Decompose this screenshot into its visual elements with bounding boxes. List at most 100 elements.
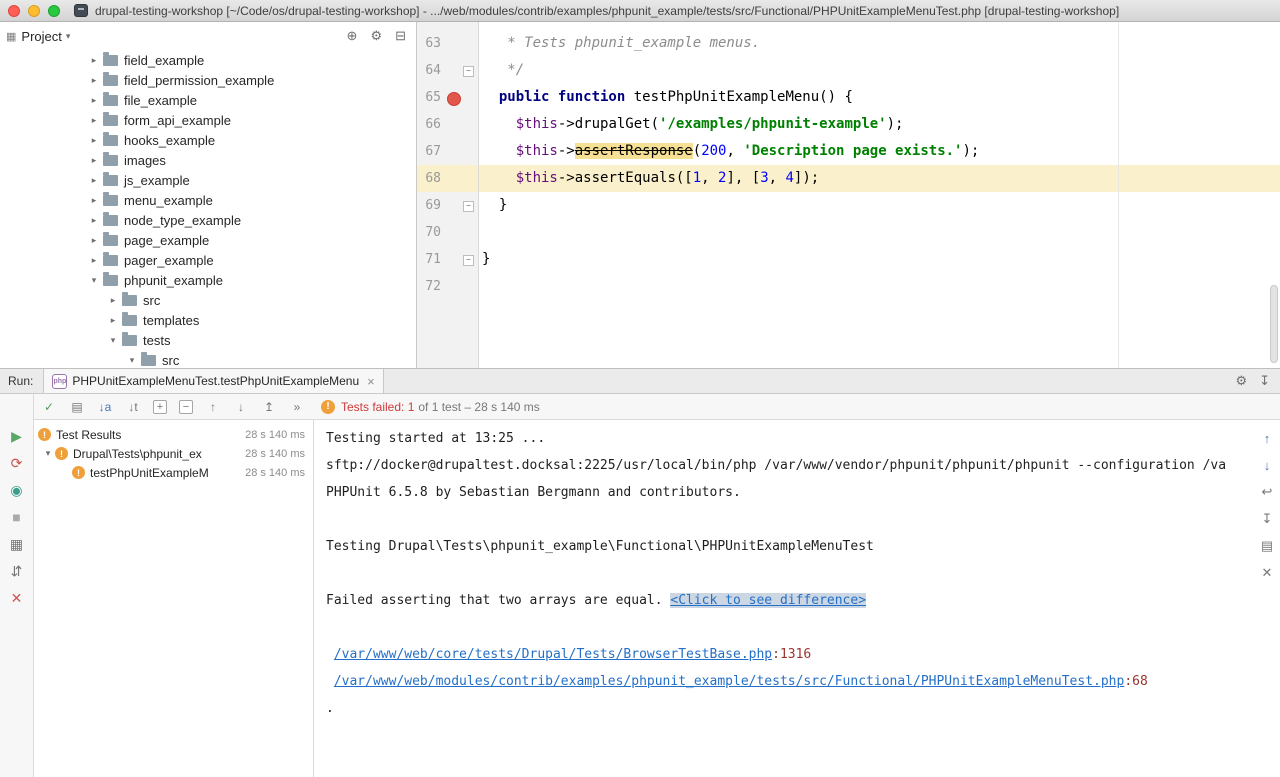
line-number[interactable]: 64 [417,57,441,84]
run-tab[interactable]: php PHPUnitExampleMenuTest.testPhpUnitEx… [43,369,383,393]
chevron-right-icon[interactable]: ▸ [88,95,100,106]
fold-marker-icon[interactable] [441,246,478,273]
close-button[interactable]: ✕ [7,588,27,608]
chevron-right-icon[interactable]: ▸ [88,115,100,126]
settings-gear-icon[interactable]: ⚙ [370,28,382,44]
down-stacktrace-button[interactable]: ↓ [1259,457,1275,473]
line-number[interactable]: 66 [417,111,441,138]
sort-by-duration-button[interactable]: ↓t [125,399,141,415]
code-line-67[interactable]: 67 $this->assertResponse(200, 'Descripti… [417,138,1280,165]
scroll-to-end-button[interactable]: ↧ [1259,511,1275,527]
editor-scrollbar[interactable] [1270,285,1278,363]
code-line-71[interactable]: 71} [417,246,1280,273]
stop-button[interactable]: ■ [7,507,27,527]
fold-marker-icon[interactable] [441,57,478,84]
export-test-results-button[interactable]: ↥ [261,399,277,415]
scroll-options-button[interactable]: ⇵ [7,561,27,581]
project-panel-title[interactable]: Project [21,29,61,44]
clear-all-button[interactable]: ✕ [1259,565,1275,581]
test-tree-item[interactable]: !Test Results28 s 140 ms [34,425,313,444]
line-number[interactable]: 65 [417,84,441,111]
hide-window-icon[interactable]: ↧ [1259,373,1270,389]
zoom-window-button[interactable] [48,5,60,17]
code-line-69[interactable]: 69 } [417,192,1280,219]
project-tree-item-phpunit_example[interactable]: ▾phpunit_example [0,270,416,290]
expand-all-button[interactable]: + [153,400,167,414]
close-window-button[interactable] [8,5,20,17]
up-stacktrace-button[interactable]: ↑ [1259,430,1275,446]
project-tree-item-templates[interactable]: ▸templates [0,310,416,330]
code-line-63[interactable]: 63 * Tests phpunit_example menus. [417,30,1280,57]
code-line-64[interactable]: 64 */ [417,57,1280,84]
line-number[interactable]: 68 [417,165,441,192]
breakpoint-icon[interactable] [441,84,478,111]
line-number[interactable]: 67 [417,138,441,165]
line-number[interactable]: 70 [417,219,441,246]
chevron-right-icon[interactable]: ▸ [88,175,100,186]
soft-wrap-button[interactable]: ↩ [1259,484,1275,500]
line-number[interactable]: 69 [417,192,441,219]
fold-marker-icon[interactable] [441,192,478,219]
chevron-right-icon[interactable]: ▸ [88,135,100,146]
project-tree-item-field_example[interactable]: ▸field_example [0,50,416,70]
chevron-down-icon[interactable]: ▾ [107,335,119,346]
code-editor[interactable]: 63 * Tests phpunit_example menus.64 */65… [417,22,1280,368]
restore-layout-button[interactable]: ▦ [7,534,27,554]
rerun-button[interactable]: ▶ [7,426,27,446]
console-output[interactable]: Testing started at 13:25 ...sftp://docke… [314,420,1280,777]
project-tree-item-images[interactable]: ▸images [0,150,416,170]
locate-file-icon[interactable]: ⊕ [347,28,358,44]
line-number[interactable]: 63 [417,30,441,57]
minimize-window-button[interactable] [28,5,40,17]
chevron-down-icon[interactable]: ▾ [66,31,71,42]
rerun-failed-tests-button[interactable]: ⟳ [7,453,27,473]
chevron-right-icon[interactable]: ▸ [107,295,119,306]
more-actions-icon[interactable]: » [289,399,305,415]
show-ignored-button[interactable]: ▤ [69,399,85,415]
chevron-down-icon[interactable]: ▾ [88,275,100,286]
project-tree-item-src[interactable]: ▸src [0,290,416,310]
console-link[interactable]: <Click to see difference> [670,593,866,608]
project-tree-item-src[interactable]: ▾src [0,350,416,368]
console-link[interactable]: /var/www/web/modules/contrib/examples/ph… [334,674,1125,689]
next-failed-test-button[interactable]: ↓ [233,399,249,415]
code-line-70[interactable]: 70 [417,219,1280,246]
code-line-66[interactable]: 66 $this->drupalGet('/examples/phpunit-e… [417,111,1280,138]
project-tree-item-menu_example[interactable]: ▸menu_example [0,190,416,210]
line-number[interactable]: 72 [417,273,441,300]
code-line-65[interactable]: 65 public function testPhpUnitExampleMen… [417,84,1280,111]
chevron-right-icon[interactable]: ▸ [88,75,100,86]
test-tree-item[interactable]: ▾!Drupal\Tests\phpunit_ex28 s 140 ms [34,444,313,463]
project-tree-item-hooks_example[interactable]: ▸hooks_example [0,130,416,150]
project-tree-item-field_permission_example[interactable]: ▸field_permission_example [0,70,416,90]
chevron-right-icon[interactable]: ▸ [88,155,100,166]
code-line-68[interactable]: 68 $this->assertEquals([1, 2], [3, 4]); [417,165,1280,192]
project-tree-item-js_example[interactable]: ▸js_example [0,170,416,190]
sort-alphabetically-button[interactable]: ↓a [97,399,113,415]
chevron-right-icon[interactable]: ▸ [88,235,100,246]
chevron-down-icon[interactable]: ▾ [126,355,138,366]
test-tree-item[interactable]: !testPhpUnitExampleM28 s 140 ms [34,463,313,482]
project-tree-item-file_example[interactable]: ▸file_example [0,90,416,110]
chevron-right-icon[interactable]: ▸ [88,195,100,206]
collapse-all-button[interactable]: − [179,400,193,414]
chevron-right-icon[interactable]: ▸ [88,255,100,266]
toggle-auto-test-button[interactable]: ◉ [7,480,27,500]
project-tree-item-form_api_example[interactable]: ▸form_api_example [0,110,416,130]
print-button[interactable]: ▤ [1259,538,1275,554]
chevron-right-icon[interactable]: ▸ [88,215,100,226]
code-line-72[interactable]: 72 [417,273,1280,300]
chevron-down-icon[interactable]: ▾ [42,448,54,459]
project-tree-item-pager_example[interactable]: ▸pager_example [0,250,416,270]
previous-failed-test-button[interactable]: ↑ [205,399,221,415]
show-passed-button[interactable]: ✓ [41,399,57,415]
run-settings-gear-icon[interactable]: ⚙ [1235,373,1247,389]
line-number[interactable]: 71 [417,246,441,273]
project-tree-item-node_type_example[interactable]: ▸node_type_example [0,210,416,230]
chevron-right-icon[interactable]: ▸ [107,315,119,326]
console-link[interactable]: /var/www/web/core/tests/Drupal/Tests/Bro… [334,647,772,662]
project-tree-item-page_example[interactable]: ▸page_example [0,230,416,250]
chevron-right-icon[interactable]: ▸ [88,55,100,66]
collapse-all-icon[interactable]: ⊟ [395,28,406,44]
project-tree-item-tests[interactable]: ▾tests [0,330,416,350]
